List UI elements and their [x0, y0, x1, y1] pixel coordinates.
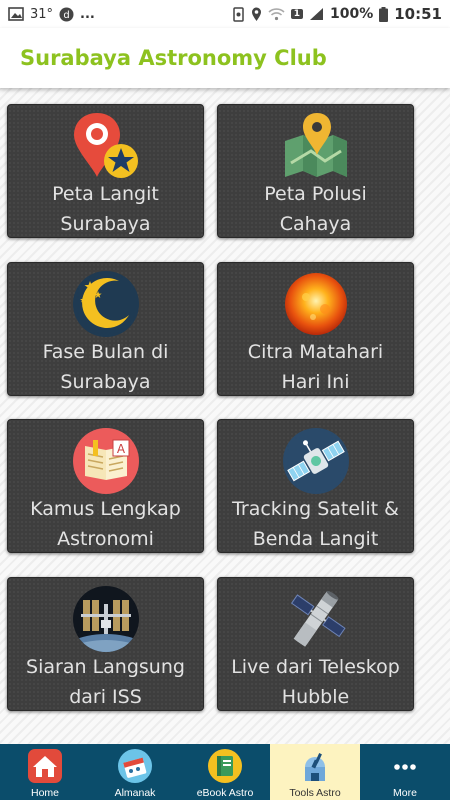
dictionary-book-icon: A [72, 428, 139, 494]
nav-label: Almanak [114, 787, 156, 799]
tile-label-line1: Live dari Teleskop [231, 656, 400, 678]
tile-label: Peta Langit Surabaya [8, 179, 203, 239]
nav-ebook-astro[interactable]: eBook Astro [180, 744, 270, 800]
tile-label-line2: Benda Langit [252, 528, 379, 550]
tile-label-line2: Astronomi [57, 528, 154, 550]
tile-fase-bulan[interactable]: Fase Bulan di Surabaya [7, 262, 204, 396]
tile-peta-langit[interactable]: Peta Langit Surabaya [7, 104, 204, 238]
tile-kamus-astronomi[interactable]: A Kamus Lengkap Astronomi [7, 419, 204, 553]
nav-almanak[interactable]: Almanak [90, 744, 180, 800]
sim-badge: 1 [290, 9, 303, 19]
nav-home[interactable]: Home [0, 744, 90, 800]
tile-peta-polusi[interactable]: Peta Polusi Cahaya [217, 104, 414, 238]
tile-label-line1: Fase Bulan di [42, 341, 169, 363]
svg-text:d: d [63, 10, 69, 21]
tile-label: Peta Polusi Cahaya [218, 179, 413, 239]
tile-label: Live dari Teleskop Hubble [218, 652, 413, 712]
tile-label-line2: Surabaya [60, 213, 151, 235]
nav-label: Home [30, 787, 59, 799]
tile-label: Kamus Lengkap Astronomi [8, 494, 203, 554]
tile-label: Tracking Satelit & Benda Langit [218, 494, 413, 554]
tile-label-line2: Cahaya [279, 213, 352, 235]
sun-icon [284, 273, 347, 335]
tile-citra-matahari[interactable]: Citra Matahari Hari Ini [217, 262, 414, 396]
bottom-navigation: Home Almanak eBook Astro Tools Astro Mor… [0, 744, 450, 800]
tile-hubble[interactable]: Live dari Teleskop Hubble [217, 577, 414, 711]
app-notification-icon: d [59, 7, 74, 21]
more-notifications-text: ... [80, 6, 95, 22]
tile-label-line2: Surabaya [60, 371, 151, 393]
ebook-icon [208, 749, 242, 783]
tile-label: Siaran Langsung dari ISS [8, 652, 203, 712]
tile-label-line1: Peta Langit [52, 183, 159, 205]
tools-grid[interactable]: Peta Langit Surabaya Peta Polusi Cahaya [0, 88, 450, 744]
crescent-moon-icon [72, 271, 139, 337]
tile-label-line1: Citra Matahari [247, 341, 384, 363]
vibrate-icon [232, 6, 244, 22]
more-dots-icon [394, 764, 416, 770]
nav-label: More [393, 787, 417, 799]
map-pin-star-icon [73, 113, 138, 178]
space-station-icon [72, 586, 139, 652]
tile-label-line2: Hari Ini [281, 371, 350, 393]
temperature-text: 31° [30, 6, 54, 22]
tile-label: Citra Matahari Hari Ini [218, 337, 413, 397]
tile-tracking-satelit[interactable]: Tracking Satelit & Benda Langit [217, 419, 414, 553]
nav-more[interactable]: More [360, 744, 450, 800]
gallery-icon [8, 7, 24, 21]
hubble-telescope-icon [290, 590, 346, 647]
battery-percent: 100% [329, 6, 374, 22]
tile-label: Fase Bulan di Surabaya [8, 337, 203, 397]
battery-icon [379, 6, 389, 22]
observatory-icon [305, 753, 325, 781]
tile-label-line1: Kamus Lengkap [30, 498, 181, 520]
satellite-icon [282, 428, 349, 494]
tile-label-line1: Tracking Satelit & [232, 498, 399, 520]
nav-label: eBook Astro [196, 787, 254, 799]
tile-label-line2: Hubble [281, 686, 350, 708]
nav-tools-astro[interactable]: Tools Astro [270, 744, 360, 800]
location-icon [251, 7, 261, 21]
tile-label-line1: Siaran Langsung [26, 656, 185, 678]
wifi-icon [268, 8, 285, 21]
app-bar: Surabaya Astronomy Club [0, 28, 450, 88]
app-title: Surabaya Astronomy Club [20, 46, 327, 70]
status-bar: 31° d ... 1 100% 10:51 [0, 0, 450, 28]
signal-icon [309, 8, 323, 20]
nav-label: Tools Astro [289, 787, 341, 799]
svg-text:A: A [116, 442, 125, 456]
clock: 10:51 [394, 5, 442, 23]
folded-map-icon [284, 113, 347, 177]
tile-siaran-iss[interactable]: Siaran Langsung dari ISS [7, 577, 204, 711]
almanac-icon [118, 749, 152, 783]
tile-label-line2: dari ISS [69, 686, 142, 708]
tile-label-line1: Peta Polusi [264, 183, 367, 205]
home-icon [28, 749, 62, 783]
